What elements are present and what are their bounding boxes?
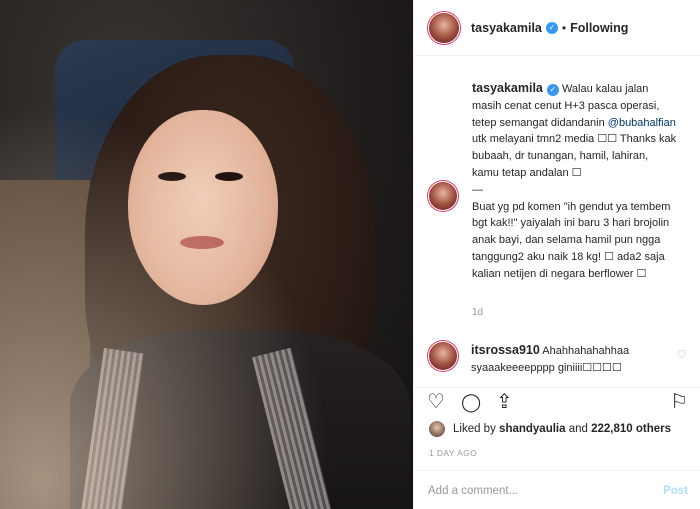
post-age[interactable]: 1 DAY AGO — [429, 448, 477, 458]
verified-badge-icon: ✓ — [545, 21, 558, 34]
add-comment-bar: Add a comment... Post — [414, 470, 700, 509]
caption-mention-link[interactable]: @bubahalfian — [608, 117, 676, 129]
verified-badge-icon: ✓ — [546, 84, 559, 96]
commenter-avatar[interactable] — [429, 342, 457, 370]
caption-username[interactable]: tasyakamila — [472, 81, 543, 95]
post-sidebar: tasyakamila ✓ • Following tasyakamila ✓ W… — [413, 0, 700, 509]
comment-like-heart-icon[interactable]: ♡ — [677, 348, 687, 361]
caption-text: tasyakamila ✓ Walau kalau jalan masih cen… — [472, 80, 677, 283]
likes-middle: and — [568, 423, 588, 435]
header-separator: • — [561, 20, 567, 35]
likes-prefix: Liked by — [453, 423, 496, 435]
author-username[interactable]: tasyakamila — [471, 21, 542, 35]
caption-body-2: utk melayani tmn2 media ☐☐ Thanks kak bu… — [472, 133, 677, 179]
caption-dash: — — [472, 183, 483, 196]
share-icon[interactable]: ⇪ — [496, 392, 513, 412]
photo-light-glow — [0, 0, 413, 509]
post-header: tasyakamila ✓ • Following — [414, 0, 700, 56]
likes-count[interactable]: 222,810 others — [591, 423, 671, 435]
add-comment-input[interactable]: Add a comment... — [428, 485, 518, 497]
likes-summary: Liked by shandyaulia and 222,810 others — [429, 421, 671, 437]
like-heart-icon[interactable]: ♡ — [427, 392, 445, 412]
author-avatar[interactable] — [429, 12, 459, 43]
caption-body-3: Buat yg pd komen "ih gendut ya tembem bg… — [472, 200, 671, 280]
comment-bubble-icon[interactable]: ◯ — [461, 392, 481, 412]
liker-username[interactable]: shandyaulia — [499, 423, 565, 435]
save-bookmark-icon[interactable]: ⚐ — [670, 392, 688, 412]
following-button[interactable]: Following — [570, 21, 628, 35]
comment-item: itsrossa910 Ahahhahahahhaa syaaakeeeeppp… — [429, 342, 689, 376]
caption-timestamp[interactable]: 1d — [472, 307, 483, 318]
commenter-username[interactable]: itsrossa910 — [471, 343, 540, 357]
caption-area: tasyakamila ✓ Walau kalau jalan masih cen… — [414, 57, 700, 387]
post-photo[interactable] — [0, 0, 413, 509]
caption-avatar[interactable] — [429, 182, 457, 210]
post-comment-button[interactable]: Post — [663, 485, 688, 497]
comment-text: itsrossa910 Ahahhahahahhaa syaaakeeeeppp… — [471, 342, 656, 376]
liker-avatar[interactable] — [429, 421, 445, 437]
instagram-post: tasyakamila ✓ • Following tasyakamila ✓ W… — [0, 0, 700, 509]
action-bar: ♡ ◯ ⇪ ⚐ — [414, 387, 700, 419]
